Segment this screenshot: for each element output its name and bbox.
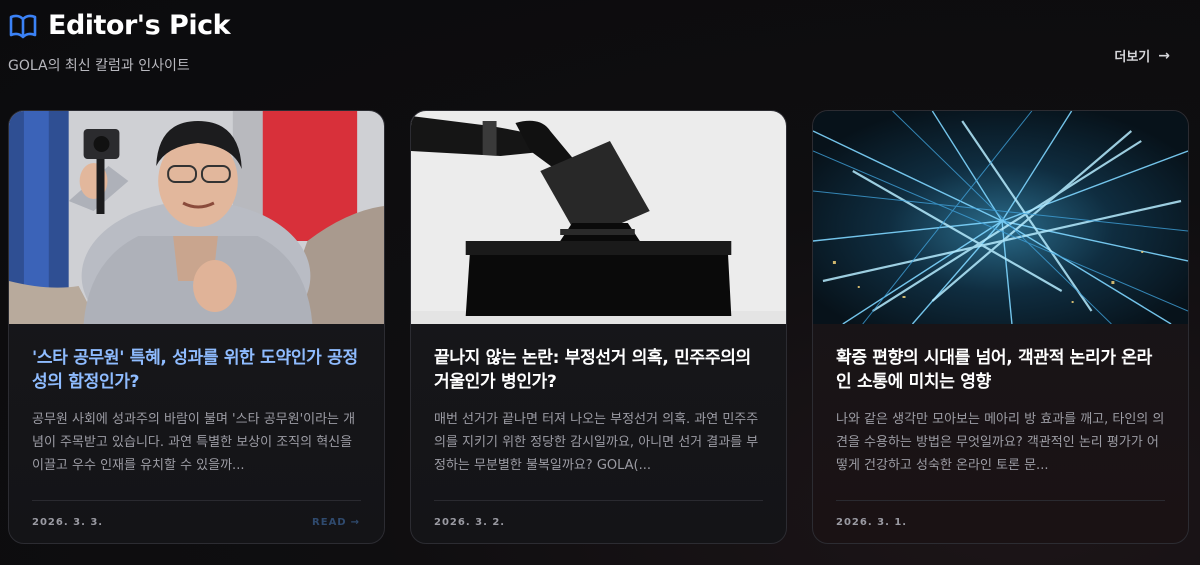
card-description: 매번 선거가 끝나면 터져 나오는 부정선거 의혹. 과연 민주주의를 지키기 … <box>434 412 759 473</box>
card-date: 2026. 3. 1. <box>836 517 908 528</box>
editors-pick-section: Editor's Pick GOLA의 최신 칼럼과 인사이트 더보기 → '스… <box>0 0 1200 565</box>
read-link[interactable]: READ → <box>312 517 360 528</box>
card-body: 확증 편향의 시대를 넘어, 객관적 논리가 온라인 소통에 미치는 영향 나와… <box>813 324 1188 478</box>
card-body: 끝나지 않는 논란: 부정선거 의혹, 민주주의의 거울인가 병인가? 매번 선… <box>411 324 786 478</box>
more-link[interactable]: 더보기 → <box>1114 46 1170 66</box>
section-subtitle: GOLA의 최신 칼럼과 인사이트 <box>8 58 190 74</box>
section-header: Editor's Pick GOLA의 최신 칼럼과 인사이트 <box>8 10 231 75</box>
section-title: Editor's Pick <box>48 10 231 41</box>
book-open-icon <box>8 11 38 41</box>
card-body: '스타 공무원' 특혜, 성과를 위한 도약인가 공정성의 함정인가? 공무원 … <box>9 324 384 478</box>
article-thumbnail <box>411 111 786 324</box>
card-description: 공무원 사회에 성과주의 바람이 불며 '스타 공무원'이라는 개념이 주목받고… <box>32 412 356 473</box>
card-description: 나와 같은 생각만 모아보는 메아리 방 효과를 깨고, 타인의 의견을 수용하… <box>836 412 1165 473</box>
card-title: '스타 공무원' 특혜, 성과를 위한 도약인가 공정성의 함정인가? <box>32 348 358 392</box>
card-title: 확증 편향의 시대를 넘어, 객관적 논리가 온라인 소통에 미치는 영향 <box>836 348 1152 392</box>
article-card[interactable]: '스타 공무원' 특혜, 성과를 위한 도약인가 공정성의 함정인가? 공무원 … <box>8 110 385 544</box>
arrow-right-icon: → <box>1158 47 1170 64</box>
card-date: 2026. 3. 2. <box>434 517 506 528</box>
arrow-right-icon: → <box>350 517 360 528</box>
card-date: 2026. 3. 3. <box>32 517 104 528</box>
article-card[interactable]: 끝나지 않는 논란: 부정선거 의혹, 민주주의의 거울인가 병인가? 매번 선… <box>410 110 787 544</box>
article-card[interactable]: 확증 편향의 시대를 넘어, 객관적 논리가 온라인 소통에 미치는 영향 나와… <box>812 110 1189 544</box>
card-footer: 2026. 3. 2. <box>411 501 786 528</box>
card-list: '스타 공무원' 특혜, 성과를 위한 도약인가 공정성의 함정인가? 공무원 … <box>8 110 1189 544</box>
title-row: Editor's Pick <box>8 10 231 41</box>
card-title: 끝나지 않는 논란: 부정선거 의혹, 민주주의의 거울인가 병인가? <box>434 348 751 392</box>
article-thumbnail <box>9 111 384 324</box>
more-label: 더보기 <box>1114 50 1151 65</box>
card-footer: 2026. 3. 1. <box>813 501 1188 528</box>
card-footer: 2026. 3. 3. READ → <box>9 501 384 528</box>
article-thumbnail <box>813 111 1188 324</box>
read-label: READ <box>312 517 347 528</box>
